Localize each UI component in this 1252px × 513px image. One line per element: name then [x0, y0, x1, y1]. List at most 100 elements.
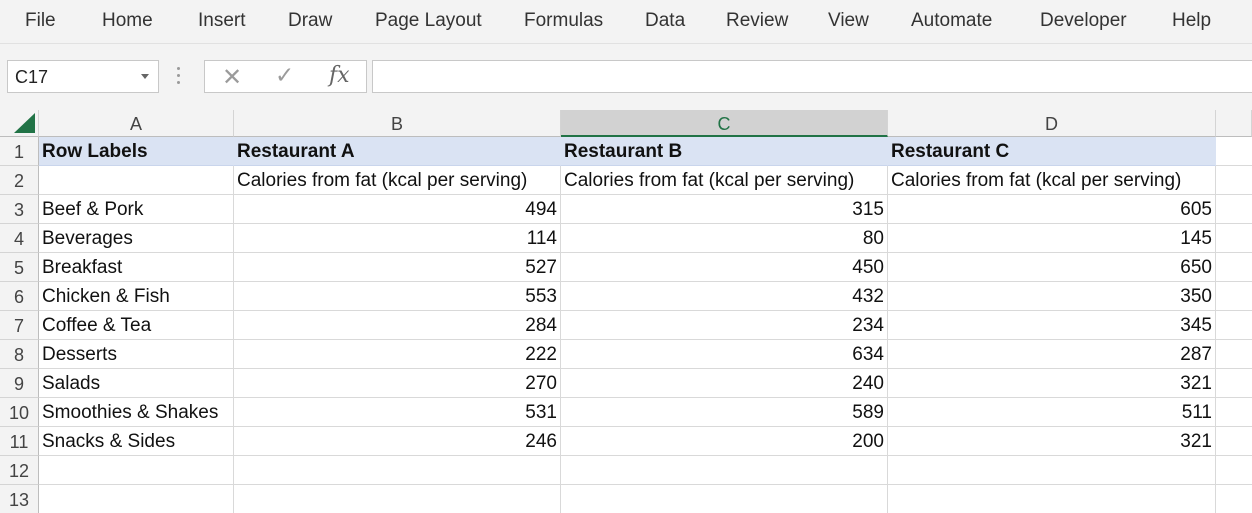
cell-b3[interactable]: 494 — [234, 195, 561, 224]
cell-d9[interactable]: 321 — [888, 369, 1216, 398]
cell-e10[interactable] — [1216, 398, 1252, 427]
cell-e9[interactable] — [1216, 369, 1252, 398]
column-header-b[interactable]: B — [234, 110, 561, 137]
row-header-1[interactable]: 1 — [0, 137, 39, 166]
cell-a13[interactable] — [39, 485, 234, 513]
cell-b10[interactable]: 531 — [234, 398, 561, 427]
column-header-e[interactable] — [1216, 110, 1252, 137]
cell-c7[interactable]: 234 — [561, 311, 888, 340]
cell-c10[interactable]: 589 — [561, 398, 888, 427]
tab-automate[interactable]: Automate — [911, 10, 992, 32]
cell-e6[interactable] — [1216, 282, 1252, 311]
cell-b1[interactable]: Restaurant A — [234, 137, 561, 166]
cell-c6[interactable]: 432 — [561, 282, 888, 311]
cell-a3[interactable]: Beef & Pork — [39, 195, 234, 224]
cell-e13[interactable] — [1216, 485, 1252, 513]
row-header-8[interactable]: 8 — [0, 340, 39, 369]
cell-a9[interactable]: Salads — [39, 369, 234, 398]
tab-review[interactable]: Review — [726, 10, 788, 32]
check-icon[interactable]: ✓ — [275, 63, 294, 89]
row-header-9[interactable]: 9 — [0, 369, 39, 398]
cell-b5[interactable]: 527 — [234, 253, 561, 282]
row-header-11[interactable]: 11 — [0, 427, 39, 456]
cell-c1[interactable]: Restaurant B — [561, 137, 888, 166]
tab-home[interactable]: Home — [102, 10, 153, 32]
cell-c13[interactable] — [561, 485, 888, 513]
cell-e1[interactable] — [1216, 137, 1252, 166]
cell-e4[interactable] — [1216, 224, 1252, 253]
cell-a5[interactable]: Breakfast — [39, 253, 234, 282]
cell-d1[interactable]: Restaurant C — [888, 137, 1216, 166]
cell-a11[interactable]: Snacks & Sides — [39, 427, 234, 456]
cell-c12[interactable] — [561, 456, 888, 485]
cell-d3[interactable]: 605 — [888, 195, 1216, 224]
tab-file[interactable]: File — [25, 10, 56, 32]
column-header-d[interactable]: D — [888, 110, 1216, 137]
cell-b12[interactable] — [234, 456, 561, 485]
cell-e8[interactable] — [1216, 340, 1252, 369]
row-header-2[interactable]: 2 — [0, 166, 39, 195]
cell-c5[interactable]: 450 — [561, 253, 888, 282]
cell-c9[interactable]: 240 — [561, 369, 888, 398]
grip-dots-icon[interactable] — [177, 67, 181, 87]
cell-a10[interactable]: Smoothies & Shakes — [39, 398, 234, 427]
cell-d12[interactable] — [888, 456, 1216, 485]
row-header-6[interactable]: 6 — [0, 282, 39, 311]
cell-d2[interactable]: Calories from fat (kcal per serving) — [888, 166, 1216, 195]
cell-a6[interactable]: Chicken & Fish — [39, 282, 234, 311]
cell-d5[interactable]: 650 — [888, 253, 1216, 282]
tab-view[interactable]: View — [828, 10, 869, 32]
cell-a1[interactable]: Row Labels — [39, 137, 234, 166]
cell-a7[interactable]: Coffee & Tea — [39, 311, 234, 340]
cell-e7[interactable] — [1216, 311, 1252, 340]
cell-b13[interactable] — [234, 485, 561, 513]
cell-d4[interactable]: 145 — [888, 224, 1216, 253]
cell-e5[interactable] — [1216, 253, 1252, 282]
tab-developer[interactable]: Developer — [1040, 10, 1127, 32]
tab-page-layout[interactable]: Page Layout — [375, 10, 482, 32]
cell-d7[interactable]: 345 — [888, 311, 1216, 340]
cell-d11[interactable]: 321 — [888, 427, 1216, 456]
cell-a12[interactable] — [39, 456, 234, 485]
row-header-13[interactable]: 13 — [0, 485, 39, 513]
cell-b6[interactable]: 553 — [234, 282, 561, 311]
column-header-c[interactable]: C — [561, 110, 888, 137]
tab-insert[interactable]: Insert — [198, 10, 246, 32]
cell-c11[interactable]: 200 — [561, 427, 888, 456]
cell-e2[interactable] — [1216, 166, 1252, 195]
cell-b7[interactable]: 284 — [234, 311, 561, 340]
formula-input[interactable] — [372, 60, 1252, 93]
chevron-down-icon[interactable] — [141, 74, 149, 79]
tab-data[interactable]: Data — [645, 10, 685, 32]
cell-c4[interactable]: 80 — [561, 224, 888, 253]
cell-a8[interactable]: Desserts — [39, 340, 234, 369]
tab-draw[interactable]: Draw — [288, 10, 332, 32]
cell-a4[interactable]: Beverages — [39, 224, 234, 253]
cell-b2[interactable]: Calories from fat (kcal per serving) — [234, 166, 561, 195]
row-header-5[interactable]: 5 — [0, 253, 39, 282]
select-all-corner[interactable] — [0, 110, 39, 137]
cell-c2[interactable]: Calories from fat (kcal per serving) — [561, 166, 888, 195]
column-header-a[interactable]: A — [39, 110, 234, 137]
cell-c3[interactable]: 315 — [561, 195, 888, 224]
cell-d10[interactable]: 511 — [888, 398, 1216, 427]
cancel-icon[interactable]: ✕ — [222, 63, 242, 91]
row-header-3[interactable]: 3 — [0, 195, 39, 224]
cell-e3[interactable] — [1216, 195, 1252, 224]
row-header-4[interactable]: 4 — [0, 224, 39, 253]
cell-c8[interactable]: 634 — [561, 340, 888, 369]
name-box[interactable]: C17 — [7, 60, 159, 93]
cell-a2[interactable] — [39, 166, 234, 195]
cell-b11[interactable]: 246 — [234, 427, 561, 456]
cell-d6[interactable]: 350 — [888, 282, 1216, 311]
cell-e12[interactable] — [1216, 456, 1252, 485]
row-header-12[interactable]: 12 — [0, 456, 39, 485]
cell-d13[interactable] — [888, 485, 1216, 513]
row-header-7[interactable]: 7 — [0, 311, 39, 340]
cell-e11[interactable] — [1216, 427, 1252, 456]
row-header-10[interactable]: 10 — [0, 398, 39, 427]
cell-d8[interactable]: 287 — [888, 340, 1216, 369]
insert-function-icon[interactable]: fx — [329, 63, 350, 88]
cell-b8[interactable]: 222 — [234, 340, 561, 369]
cell-b4[interactable]: 114 — [234, 224, 561, 253]
